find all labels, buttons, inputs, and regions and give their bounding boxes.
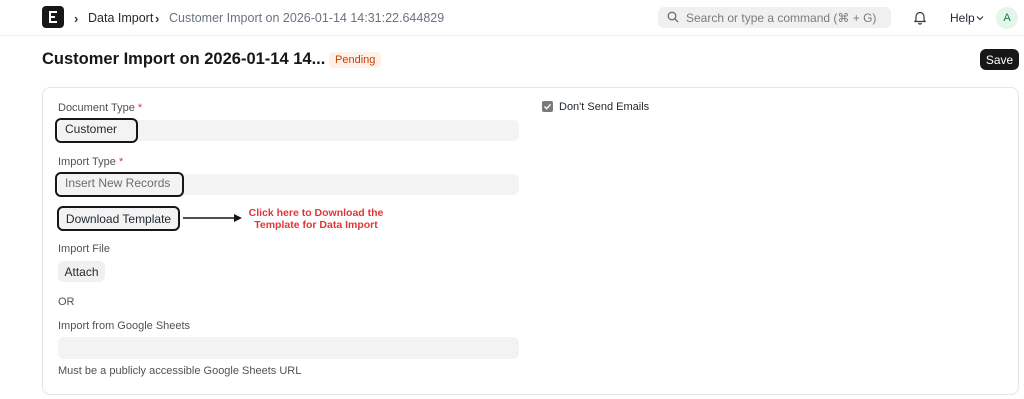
save-button[interactable]: Save (980, 49, 1019, 70)
checkmark-icon (544, 103, 552, 110)
search-icon (667, 11, 679, 23)
dont-send-emails-label[interactable]: Don't Send Emails (559, 101, 649, 113)
search-placeholder: Search or type a command (⌘ + G) (686, 11, 877, 25)
breadcrumb-data-import[interactable]: Data Import (88, 11, 153, 25)
google-sheets-url-input[interactable] (58, 337, 519, 359)
arrow-right-icon (183, 214, 242, 222)
help-menu[interactable]: Help (950, 11, 975, 25)
import-file-label: Import File (58, 243, 110, 255)
page-title: Customer Import on 2026-01-14 14... (42, 50, 326, 68)
breadcrumb-current-record[interactable]: Customer Import on 2026-01-14 14:31:22.6… (169, 11, 444, 25)
attach-button[interactable]: Attach (58, 261, 105, 282)
download-template-button[interactable]: Download Template (57, 206, 180, 231)
google-sheets-help-text: Must be a publicly accessible Google She… (58, 365, 302, 377)
notification-bell-icon[interactable] (913, 10, 927, 25)
import-type-value[interactable]: Insert New Records (55, 172, 184, 197)
avatar[interactable]: A (996, 7, 1018, 29)
chevron-right-icon: › (155, 11, 160, 26)
or-separator: OR (58, 296, 75, 308)
search-input[interactable]: Search or type a command (⌘ + G) (658, 7, 891, 28)
dont-send-emails-checkbox[interactable] (542, 101, 553, 112)
google-sheets-label: Import from Google Sheets (58, 320, 191, 332)
annotation-line: Template for Data Import (254, 219, 378, 231)
annotation-line: Click here to Download the (248, 207, 384, 219)
document-type-label: Document Type * (58, 102, 143, 114)
status-badge: Pending (329, 52, 382, 68)
app-logo-icon[interactable] (42, 6, 64, 28)
chevron-right-icon: › (74, 11, 79, 26)
chevron-down-icon[interactable] (976, 15, 984, 21)
navbar: › Data Import › Customer Import on 2026-… (0, 0, 1024, 36)
annotation-callout: Click here to Download the Template for … (245, 207, 387, 231)
document-type-value[interactable]: Customer (55, 118, 138, 143)
import-type-label: Import Type * (58, 156, 124, 168)
